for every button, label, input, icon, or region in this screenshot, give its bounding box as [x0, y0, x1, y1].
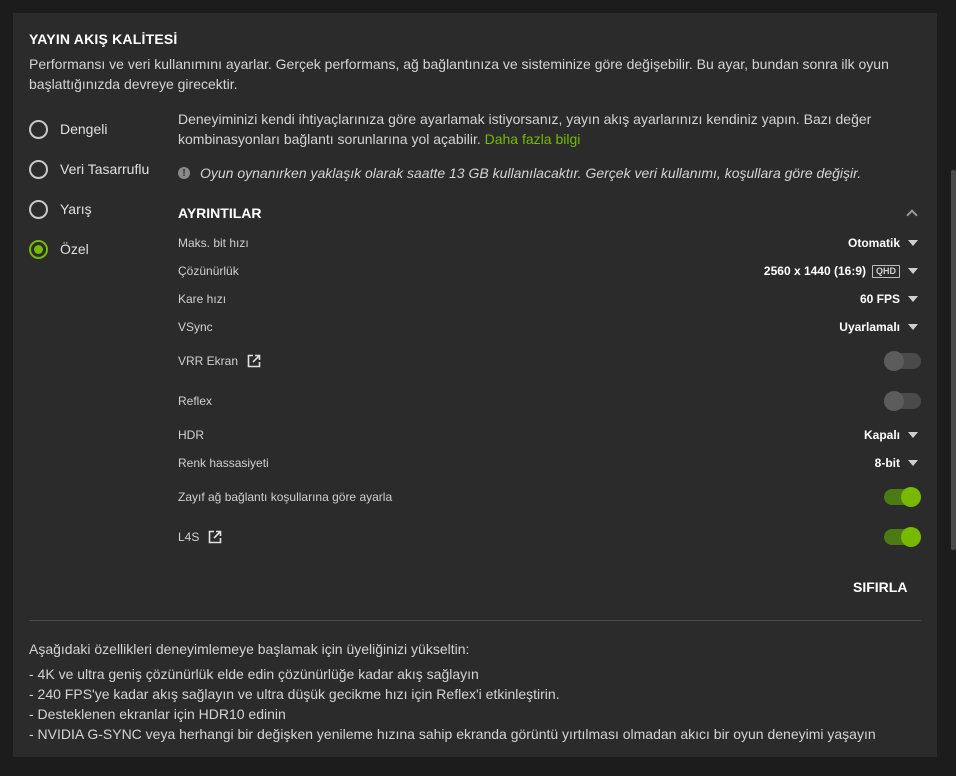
dropdown-value: Otomatik — [847, 236, 900, 250]
setting-label: Kare hızı — [178, 292, 227, 306]
vrr-toggle[interactable] — [884, 351, 921, 371]
custom-settings: Deneyiminizi kendi ihtiyaçlarınıza göre … — [178, 109, 921, 557]
scrollbar[interactable] — [951, 170, 956, 550]
preset-radio-yaris[interactable]: Yarış — [29, 189, 149, 229]
upgrade-item: - Desteklenen ekranlar için HDR10 edinin — [29, 706, 286, 722]
radio-circle-icon — [29, 119, 48, 139]
custom-info: Deneyiminizi kendi ihtiyaçlarınıza göre … — [178, 109, 898, 149]
preset-label: Veri Tasarruflu — [60, 161, 150, 177]
external-link-icon[interactable] — [208, 530, 222, 544]
details-header[interactable]: AYRINTILAR — [178, 201, 921, 225]
adaptive-toggle[interactable] — [884, 487, 921, 507]
bitrate-dropdown[interactable]: Otomatik — [848, 236, 921, 250]
external-link-icon[interactable] — [247, 354, 261, 368]
dropdown-value: Uyarlamalı — [839, 320, 900, 334]
vsync-dropdown[interactable]: Uyarlamalı — [839, 320, 921, 334]
setting-framerate: Kare hızı 60 FPS — [178, 285, 921, 313]
setting-bitrate: Maks. bit hızı Otomatik — [178, 229, 921, 257]
divider — [29, 620, 921, 621]
setting-label: VSync — [178, 320, 213, 334]
section-title: YAYIN AKIŞ KALİTESİ — [29, 31, 178, 47]
preset-label: Dengeli — [60, 121, 108, 137]
qhd-badge: QHD — [872, 264, 900, 278]
preset-radio-veri-tasarruflu[interactable]: Veri Tasarruflu — [29, 149, 149, 189]
setting-label-wrap: VRR Ekran — [178, 354, 261, 368]
stream-quality-panel: YAYIN AKIŞ KALİTESİ Performansı ve veri … — [13, 13, 937, 757]
info-icon: ! — [178, 167, 190, 179]
setting-hdr: HDR Kapalı — [178, 421, 921, 449]
chevron-up-icon[interactable] — [906, 209, 918, 221]
dropdown-value: 8-bit — [874, 456, 900, 470]
setting-reflex: Reflex — [178, 381, 921, 421]
toggle-knob — [901, 487, 921, 507]
l4s-toggle[interactable] — [884, 527, 921, 547]
section-description: Performansı ve veri kullanımını ayarlar.… — [29, 56, 889, 92]
dropdown-value: 60 FPS — [859, 292, 900, 306]
setting-label-wrap: L4S — [178, 530, 222, 544]
caret-down-icon — [908, 460, 918, 466]
reflex-toggle[interactable] — [884, 391, 921, 411]
setting-label: Renk hassasiyeti — [178, 456, 269, 470]
setting-label: VRR Ekran — [178, 354, 239, 368]
caret-down-icon — [908, 324, 918, 330]
learn-more-link[interactable]: Daha fazla bilgi — [485, 131, 581, 147]
upgrade-intro: Aşağıdaki özellikleri deneyimlemeye başl… — [29, 641, 470, 657]
toggle-knob — [884, 391, 904, 411]
setting-label: Çözünürlük — [178, 264, 239, 278]
dropdown-value: Kapalı — [863, 428, 900, 442]
hdr-dropdown[interactable]: Kapalı — [864, 428, 921, 442]
caret-down-icon — [908, 432, 918, 438]
data-usage-notice: ! Oyun oynanırken yaklaşık olarak saatte… — [178, 165, 921, 181]
caret-down-icon — [908, 296, 918, 302]
setting-label: Maks. bit hızı — [178, 236, 249, 250]
upgrade-item: - NVIDIA G-SYNC veya herhangi bir değişk… — [29, 726, 876, 742]
setting-label: HDR — [178, 428, 204, 442]
radio-circle-icon — [29, 199, 48, 219]
setting-label: Reflex — [178, 394, 213, 408]
preset-label: Yarış — [60, 201, 92, 217]
upgrade-item: - 240 FPS'ye kadar akış sağlayın ve ultr… — [29, 686, 560, 702]
resolution-dropdown[interactable]: 2560 x 1440 (16:9) QHD — [764, 264, 921, 278]
setting-resolution: Çözünürlük 2560 x 1440 (16:9) QHD — [178, 257, 921, 285]
setting-l4s: L4S — [178, 517, 921, 557]
preset-radio-group: Dengeli Veri Tasarruflu Yarış Özel — [29, 109, 149, 269]
upgrade-item: - 4K ve ultra geniş çözünürlük elde edin… — [29, 666, 479, 682]
toggle-knob — [884, 351, 904, 371]
dropdown-value: 2560 x 1440 (16:9) — [763, 264, 866, 278]
setting-adaptive: Zayıf ağ bağlantı koşullarına göre ayarl… — [178, 477, 921, 517]
preset-radio-ozel[interactable]: Özel — [29, 229, 149, 269]
setting-vrr: VRR Ekran — [178, 341, 921, 381]
caret-down-icon — [908, 268, 918, 274]
details-title: AYRINTILAR — [178, 205, 262, 221]
preset-label: Özel — [60, 241, 89, 257]
radio-selected-icon — [29, 239, 48, 259]
setting-color-precision: Renk hassasiyeti 8-bit — [178, 449, 921, 477]
preset-radio-dengeli[interactable]: Dengeli — [29, 109, 149, 149]
notice-text: Oyun oynanırken yaklaşık olarak saatte 1… — [200, 165, 862, 181]
toggle-knob — [901, 527, 921, 547]
reset-button[interactable]: SIFIRLA — [853, 579, 907, 595]
caret-down-icon — [908, 240, 918, 246]
setting-label: Zayıf ağ bağlantı koşullarına göre ayarl… — [178, 490, 393, 504]
color-precision-dropdown[interactable]: 8-bit — [875, 456, 921, 470]
framerate-dropdown[interactable]: 60 FPS — [860, 292, 921, 306]
upgrade-section: Aşağıdaki özellikleri deneyimlemeye başl… — [29, 639, 876, 744]
setting-vsync: VSync Uyarlamalı — [178, 313, 921, 341]
radio-circle-icon — [29, 159, 48, 179]
setting-label: L4S — [178, 530, 200, 544]
